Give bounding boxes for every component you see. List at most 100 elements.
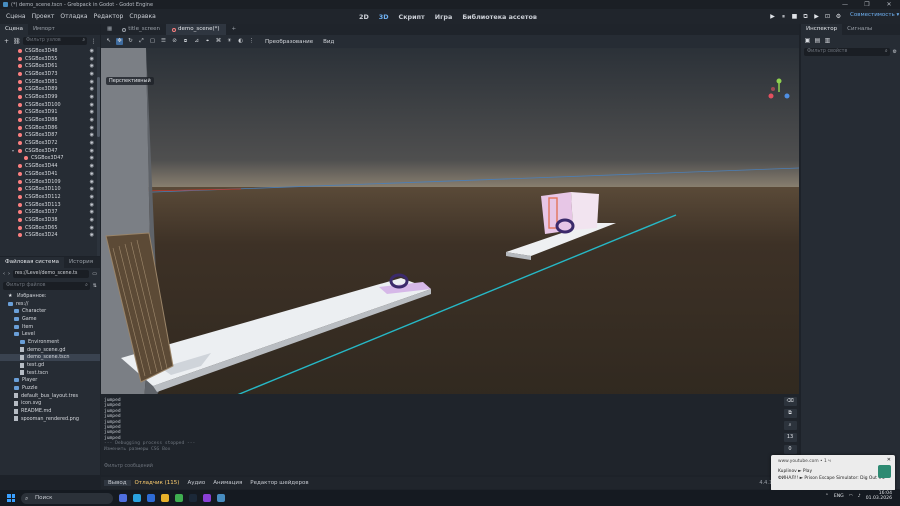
more-icon[interactable]: ⋮ [248, 38, 255, 45]
split-view-icon[interactable]: ▭ [92, 271, 97, 277]
scene-tree-node[interactable]: CSGBox3D88 ◉ [0, 116, 100, 124]
scene-tree-node[interactable]: CSGBox3D73 ◉ [0, 70, 100, 78]
visibility-eye-icon[interactable]: ◉ [90, 56, 94, 62]
mode-2d[interactable]: 2D [359, 13, 369, 21]
file-item[interactable]: test.gd [0, 361, 100, 369]
visibility-eye-icon[interactable]: ◉ [90, 48, 94, 54]
scene-tree-node[interactable]: CSGBox3D109 ◉ [0, 178, 100, 186]
list-select-icon[interactable]: ☰ [160, 38, 167, 45]
lock-icon[interactable]: ⊘ [171, 38, 178, 45]
chrome-icon[interactable] [175, 494, 183, 502]
back-arrow-icon[interactable]: ‹ [3, 271, 5, 277]
tab-inspector[interactable]: Инспектор [801, 24, 843, 35]
tray-chevron-icon[interactable]: ⌃ [825, 494, 829, 499]
lang-indicator[interactable]: ENG [834, 494, 844, 499]
wifi-icon[interactable]: ◠ [849, 494, 853, 499]
sort-icon[interactable]: ⇅ [93, 283, 97, 289]
task-view-icon[interactable] [119, 494, 127, 502]
scene-tree-node[interactable]: CSGBox3D91 ◉ [0, 109, 100, 117]
file-item[interactable]: demo_scene.gd [0, 346, 100, 354]
add-node-icon[interactable]: + [3, 38, 10, 45]
folder-item[interactable]: Puzzle [0, 384, 100, 392]
scene-tree-node[interactable]: CSGBox3D38 ◉ [0, 216, 100, 224]
error-count-badge[interactable]: 13 [783, 433, 797, 442]
scene-tree-node[interactable]: CSGBox3D47 ◉ [0, 155, 100, 163]
new-resource-icon[interactable]: ▣ [804, 37, 811, 44]
message-filter-input[interactable]: Фильтр сообщений [104, 464, 153, 469]
tab-scene[interactable]: Сцена [0, 24, 28, 35]
tab-history[interactable]: История [64, 257, 98, 268]
play-custom-icon[interactable]: ⊡ [822, 13, 833, 20]
mode-assetlib[interactable]: Библиотека ассетов [462, 13, 537, 21]
scene-tree-node[interactable]: CSGBox3D81 ◉ [0, 78, 100, 86]
folder-item[interactable]: Character [0, 307, 100, 315]
add-tab-button[interactable]: + [226, 24, 243, 35]
visibility-eye-icon[interactable]: ◉ [90, 232, 94, 238]
path-input[interactable]: res://Level/demo_scene.ts [13, 270, 90, 278]
grid-icon[interactable]: ▦ [105, 24, 116, 35]
clear-output-icon[interactable]: ⌫ [783, 397, 797, 406]
file-filter-input[interactable]: Фильтр файлов ⌕ [3, 282, 90, 290]
maximize-button[interactable]: ❐ [856, 0, 878, 9]
scene-tree-node[interactable]: CSGBox3D87 ◉ [0, 132, 100, 140]
close-icon[interactable]: ✕ [887, 457, 891, 463]
forward-arrow-icon[interactable]: › [8, 271, 10, 277]
scene-tree-node[interactable]: ▾ CSGBox3D47 ◉ [0, 147, 100, 155]
file-item[interactable]: README.md [0, 407, 100, 415]
select-mode-icon[interactable]: ▢ [149, 38, 156, 45]
tab-title-screen[interactable]: title_screen [116, 24, 166, 35]
select-tool-icon[interactable]: ↖ [105, 38, 112, 45]
file-item[interactable]: icon.svg [0, 400, 100, 408]
scene-tree-node[interactable]: CSGBox3D99 ◉ [0, 93, 100, 101]
scene-tree-node[interactable]: CSGBox3D86 ◉ [0, 124, 100, 132]
visibility-eye-icon[interactable]: ◉ [90, 217, 94, 223]
scene-tree-node[interactable]: CSGBox3D24 ◉ [0, 232, 100, 240]
rotate-tool-icon[interactable]: ↻ [127, 38, 134, 45]
mode-script[interactable]: Скрипт [399, 13, 425, 21]
visibility-eye-icon[interactable]: ◉ [90, 186, 94, 192]
visibility-eye-icon[interactable]: ◉ [90, 125, 94, 131]
scene-tree-node[interactable]: CSGBox3D55 ◉ [0, 55, 100, 63]
perspective-menu[interactable]: Перспективный [106, 77, 154, 85]
transform-menu[interactable]: Преобразование [265, 39, 313, 45]
menu-scene[interactable]: Сцена [3, 13, 29, 20]
tab-shader-editor[interactable]: Редактор шейдеров [246, 480, 312, 486]
visibility-eye-icon[interactable]: ◉ [90, 102, 94, 108]
minimize-button[interactable]: — [834, 0, 856, 9]
visibility-eye-icon[interactable]: ◉ [90, 202, 94, 208]
group-icon[interactable]: ⧈ [182, 38, 189, 45]
open-resource-icon[interactable]: ▤ [814, 37, 821, 44]
link-icon[interactable]: ⛓ [13, 38, 21, 45]
explorer-icon[interactable] [147, 494, 155, 502]
mode-3d[interactable]: 3D [379, 13, 389, 21]
stop-icon[interactable]: ■ [789, 13, 800, 20]
tab-demo-scene[interactable]: demo_scene(*) [166, 24, 226, 35]
scene-tree-node[interactable]: CSGBox3D61 ◉ [0, 62, 100, 70]
menu-editor[interactable]: Редактор [91, 13, 127, 20]
file-item[interactable]: spooman_rendered.png [0, 415, 100, 423]
visibility-eye-icon[interactable]: ◉ [90, 225, 94, 231]
folder-item[interactable]: Environment [0, 338, 100, 346]
movie-maker-icon[interactable]: ⚙ [833, 13, 844, 20]
scene-tree-node[interactable]: CSGBox3D100 ◉ [0, 101, 100, 109]
godot-taskbar-icon[interactable] [217, 494, 225, 502]
node-filter-input[interactable]: Фильтр узлов ⌕ [23, 37, 87, 45]
settings-icon[interactable]: ⚙ [893, 49, 897, 55]
folder-item[interactable]: Game [0, 315, 100, 323]
folder-item[interactable]: res:// [0, 300, 100, 308]
folder-item[interactable]: Player [0, 377, 100, 385]
menu-debug[interactable]: Отладка [57, 13, 90, 20]
scale-tool-icon[interactable]: ⤢ [138, 38, 145, 45]
visibility-eye-icon[interactable]: ◉ [90, 140, 94, 146]
favorites-item[interactable]: ★ Избранное: [0, 292, 100, 300]
scene-tree-node[interactable]: CSGBox3D113 ◉ [0, 201, 100, 209]
clock[interactable]: 16:04 01.03.2026 [866, 491, 892, 502]
tab-signals[interactable]: Сигналы [842, 24, 877, 35]
remote-debug-icon[interactable]: ⧉ [800, 13, 811, 21]
volume-icon[interactable]: ♪ [858, 494, 861, 499]
tab-audio[interactable]: Аудио [183, 480, 209, 486]
play-icon[interactable]: ▶ [767, 13, 778, 20]
browser-notification[interactable]: www.youtube.com • 1 ч Kuplinov ► Play ФИ… [771, 455, 895, 491]
snap-icon[interactable]: ⌘ [215, 38, 222, 45]
visibility-eye-icon[interactable]: ◉ [90, 171, 94, 177]
